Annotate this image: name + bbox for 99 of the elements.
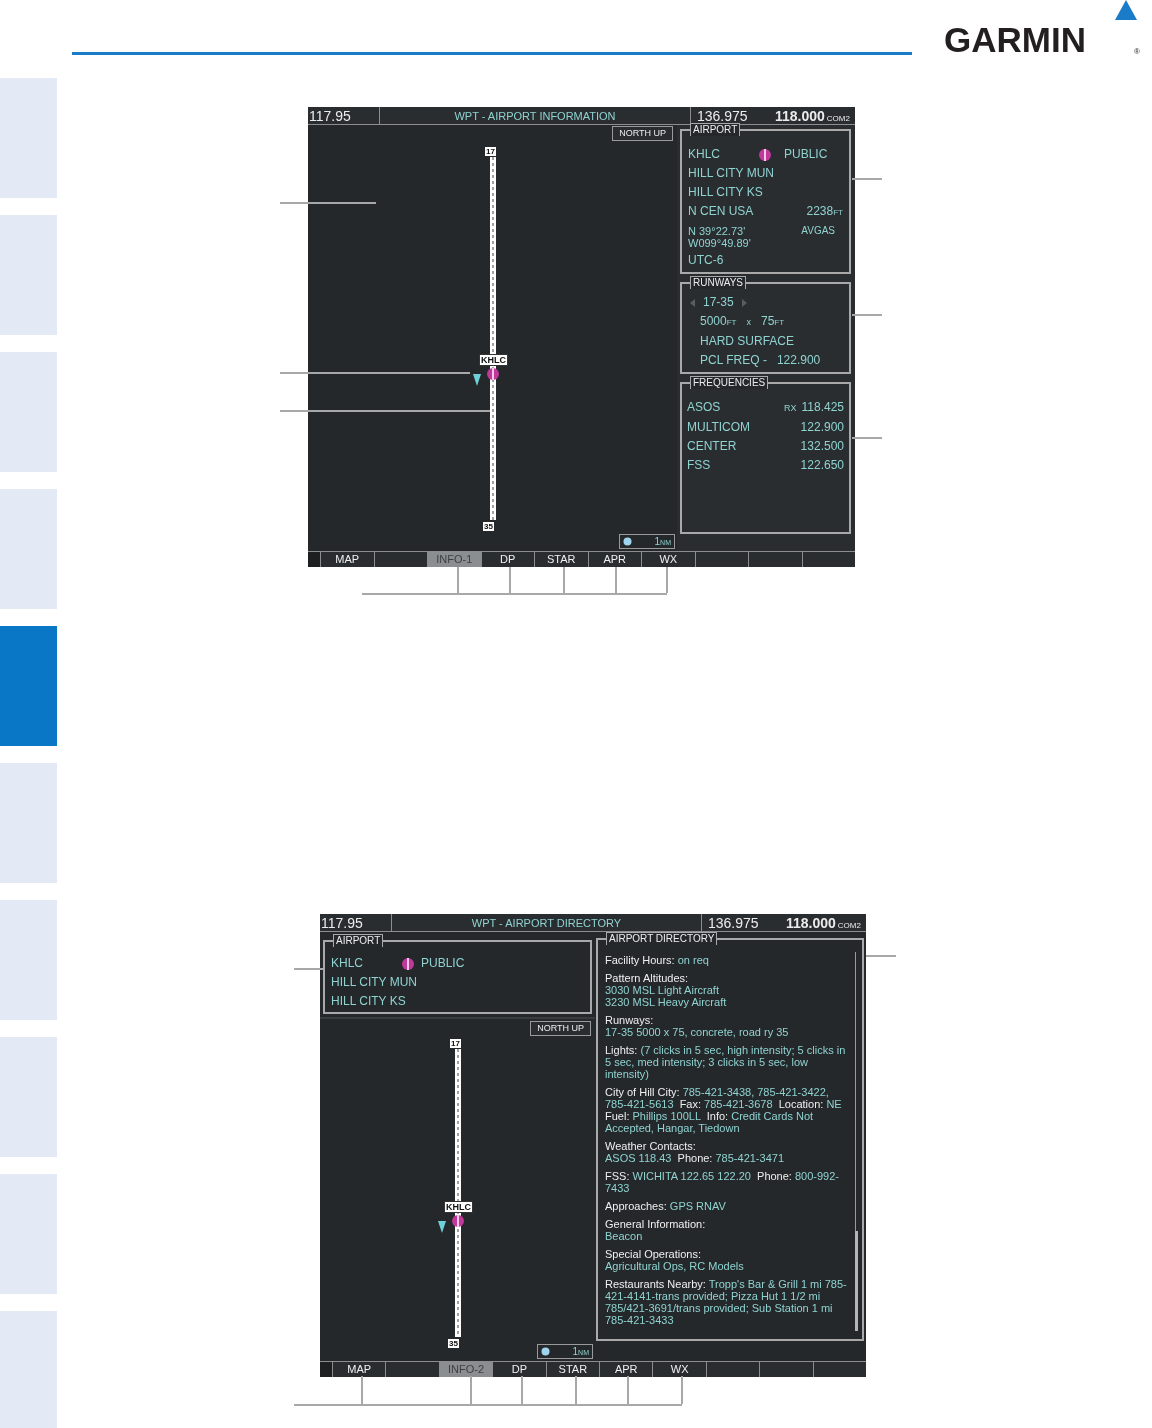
- softkey[interactable]: [812, 1362, 867, 1377]
- section-tab[interactable]: [0, 1311, 57, 1428]
- directory-entry: FSS: WICHITA 122.65 122.20 Phone: 800-992-7433: [605, 1170, 841, 1194]
- triangle-icon: [473, 374, 481, 386]
- airport-name: HILL CITY MUN: [331, 974, 418, 991]
- registered-mark: ®: [1134, 48, 1140, 56]
- section-tab[interactable]: [0, 78, 57, 198]
- frequency-label: PCL FREQ -: [700, 352, 767, 369]
- softkey[interactable]: STAR: [545, 1362, 600, 1377]
- runway-surface: HARD SURFACE: [699, 333, 795, 350]
- softkey[interactable]: MAP: [320, 552, 374, 567]
- section-tab[interactable]: [0, 215, 57, 335]
- standby-frequency: 136.975: [696, 107, 749, 124]
- airport-icon: [401, 956, 415, 971]
- orientation-label: NORTH UP: [612, 126, 673, 141]
- runway-designation: 17-35: [703, 294, 734, 311]
- panel-title: FREQUENCIES: [690, 376, 769, 389]
- triangle-icon: [1115, 0, 1137, 20]
- runway-length: 5000FT: [700, 313, 737, 330]
- dimension-separator: x: [746, 316, 751, 329]
- right-arrow-icon: [741, 298, 747, 307]
- orientation-label: NORTH UP: [530, 1021, 591, 1036]
- frequency-value: 132.500: [800, 438, 844, 455]
- frequency-text: 117.95: [320, 914, 392, 931]
- active-frequency: 118.000: [775, 107, 825, 125]
- frequency-text: 117.95: [308, 107, 380, 124]
- airport-icon: [451, 1214, 465, 1228]
- softkey[interactable]: STAR: [534, 552, 588, 567]
- directory-entry: Weather Contacts: ASOS 118.43 Phone: 785-421-3471: [605, 1140, 785, 1164]
- globe-icon: [541, 1347, 550, 1356]
- section-tab[interactable]: [0, 489, 57, 609]
- airport-usage: PUBLIC: [784, 146, 828, 163]
- section-tab[interactable]: [0, 763, 57, 883]
- frequency-name: FSS: [687, 457, 711, 474]
- directory-entry: General Information: Beacon: [605, 1218, 707, 1242]
- pcl-frequency: 122.900: [776, 352, 821, 369]
- panel-title: AIRPORT: [690, 123, 741, 136]
- logo-text: GARMIN: [944, 22, 1086, 58]
- active-frequency: 118.000: [786, 914, 836, 932]
- directory-entry: Restaurants Nearby: Tropp's Bar & Grill 1 mi 785-421-4141-trans provided; Pizza Hut 1 1/2 mi 785/421-3691/trans provided; Sub Station 1 mi 785-421-3433: [605, 1278, 848, 1326]
- section-tab[interactable]: [0, 1174, 57, 1294]
- time-zone: UTC-6: [688, 252, 725, 269]
- airport-ident: KHLC: [688, 146, 721, 163]
- directory-entry: City of Hill City: 785-421-3438, 785-421-3422, 785-421-5613 Fax: 785-421-3678 Location: NE Fuel: Phillips 100LL Info: Credit Cards Not Accepted, Hangar, Tiedown: [605, 1086, 843, 1134]
- panel-title: AIRPORT: [333, 934, 384, 947]
- runway-number: 17: [450, 1039, 461, 1048]
- leader-line: [866, 955, 896, 957]
- directory-entry: Runways: 17-35 5000 x 75, concrete, road ry 35: [605, 1014, 790, 1038]
- softkey[interactable]: WX: [641, 552, 695, 567]
- frequency-value: 122.900: [800, 419, 844, 436]
- softkey[interactable]: APR: [599, 1362, 653, 1377]
- frequency-prefix: RX: [784, 402, 797, 415]
- runway-number: 35: [448, 1339, 459, 1348]
- softkey[interactable]: MAP: [332, 1362, 386, 1377]
- airport-coordinates: N 39°22.73' W099°49.89': [688, 225, 751, 249]
- frequency-name: MULTICOM: [687, 419, 751, 436]
- softkey[interactable]: [705, 1362, 760, 1377]
- page-title: WPT - AIRPORT DIRECTORY: [392, 914, 702, 931]
- airport-icon: [758, 147, 772, 162]
- directory-entry: Pattern Altitudes: 3030 MSL Light Aircraft 3230 MSL Heavy Aircraft: [605, 972, 728, 1008]
- directory-entry: Special Operations: Agricultural Ops, RC Models: [605, 1248, 745, 1272]
- softkey[interactable]: DP: [492, 1362, 546, 1377]
- left-arrow-icon: [690, 298, 695, 307]
- softkey[interactable]: DP: [480, 552, 534, 567]
- airport-label: KHLC: [479, 354, 508, 366]
- panel-title: RUNWAYS: [690, 276, 746, 289]
- section-tab[interactable]: [0, 1037, 57, 1157]
- directory-entry: Lights: (7 clicks in 5 sec, high intensity; 5 clicks in 5 sec, med intensity; 3 clicks in 5 sec, low intensity): [605, 1044, 847, 1080]
- runway-number: 17: [485, 147, 496, 156]
- frequency-name: ASOS: [687, 399, 721, 416]
- runway-number: 35: [483, 522, 494, 531]
- frequency-value: 118.425: [801, 399, 844, 416]
- standby-frequency: 136.975: [707, 914, 760, 931]
- panel-title: AIRPORT DIRECTORY: [606, 932, 718, 945]
- directory-entry: Facility Hours: on req: [605, 954, 710, 966]
- globe-icon: [623, 537, 632, 546]
- frequency-value: 122.650: [800, 457, 844, 474]
- triangle-icon: [438, 1221, 446, 1233]
- fuel-type: AVGAS: [801, 225, 835, 237]
- scroll-bar[interactable]: [855, 952, 858, 1331]
- airport-icon: [486, 367, 500, 381]
- airport-label: KHLC: [444, 1201, 473, 1213]
- section-tab[interactable]: [0, 900, 57, 1020]
- runway-width: 75FT: [761, 313, 785, 330]
- airport-region: N CEN USA: [688, 203, 754, 220]
- section-tab[interactable]: [0, 352, 57, 472]
- airport-usage: PUBLIC: [421, 955, 465, 972]
- airport-city: HILL CITY KS: [331, 993, 407, 1010]
- airport-name: HILL CITY MUN: [688, 165, 775, 182]
- softkey[interactable]: WX: [652, 1362, 706, 1377]
- radio-label: COM2: [826, 113, 850, 125]
- directory-entry: Approaches: GPS RNAV: [605, 1200, 727, 1212]
- frequency-name: CENTER: [687, 438, 737, 455]
- airport-elevation: 2238FT: [806, 203, 843, 220]
- airport-city: HILL CITY KS: [688, 184, 764, 201]
- section-tab[interactable]: [0, 626, 57, 746]
- softkey[interactable]: APR: [587, 552, 641, 567]
- airport-ident: KHLC: [331, 955, 364, 972]
- radio-label: COM2: [837, 920, 861, 932]
